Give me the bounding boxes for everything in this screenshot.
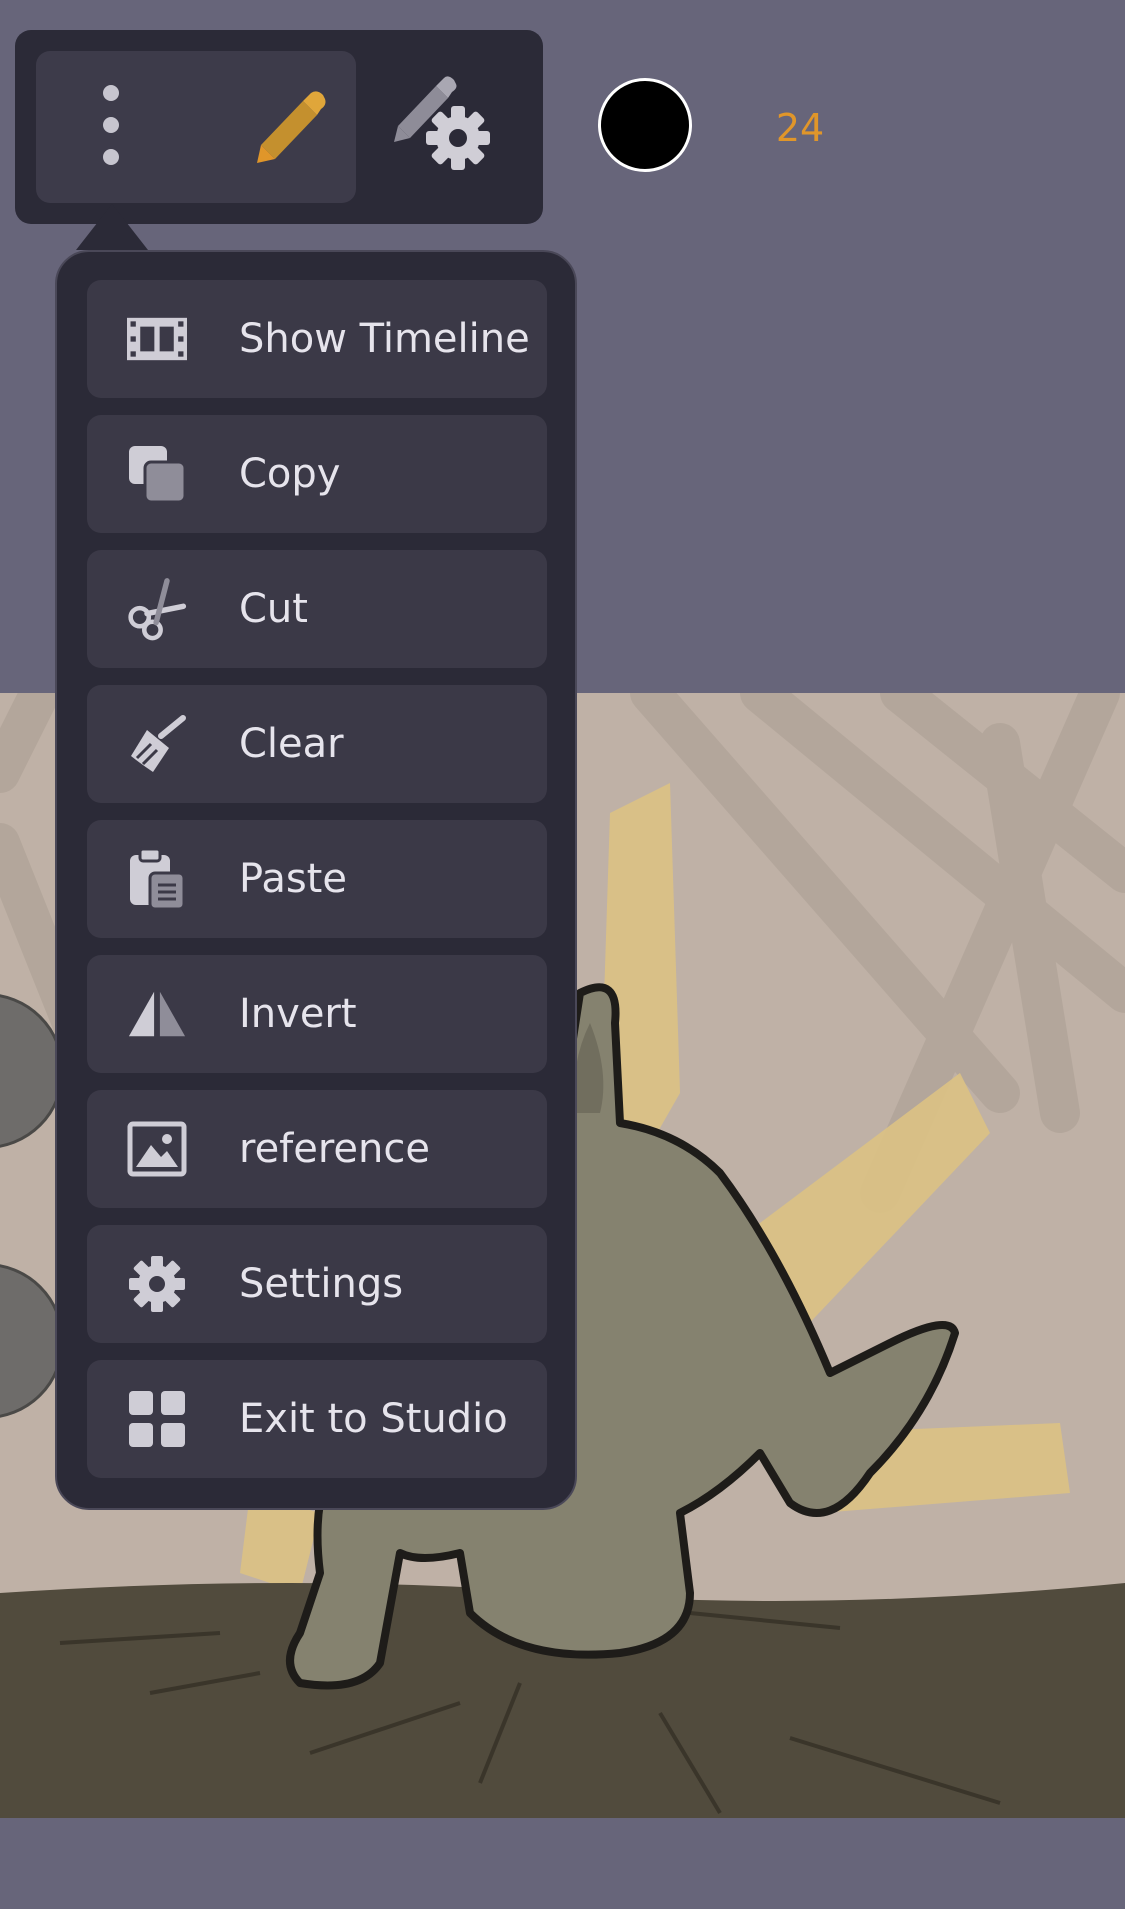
menu-item-label: reference (239, 1126, 430, 1172)
vertical-ellipsis-icon (101, 83, 121, 171)
color-swatch[interactable] (598, 78, 692, 172)
broom-icon (127, 714, 187, 774)
menu-item-label: Exit to Studio (239, 1396, 508, 1442)
menu-item-cut[interactable]: Cut (87, 550, 547, 668)
menu-item-paste[interactable]: Paste (87, 820, 547, 938)
film-strip-icon (127, 309, 187, 369)
menu-item-show-timeline[interactable]: Show Timeline (87, 280, 547, 398)
menu-item-label: Paste (239, 856, 347, 902)
menu-item-label: Show Timeline (239, 316, 530, 362)
clipboard-icon (127, 847, 187, 911)
grid-icon (127, 1389, 187, 1449)
menu-item-reference[interactable]: reference (87, 1090, 547, 1208)
pencil-icon (251, 83, 331, 171)
menu-item-label: Settings (239, 1261, 404, 1307)
tool-group (36, 51, 356, 203)
copy-icon (127, 444, 187, 504)
bottom-bar (0, 1818, 1125, 1909)
flip-icon (127, 984, 187, 1044)
more-menu-button[interactable] (36, 51, 186, 203)
menu-item-label: Copy (239, 451, 341, 497)
gear-icon (127, 1254, 187, 1314)
scissors-icon (127, 578, 187, 641)
menu-item-copy[interactable]: Copy (87, 415, 547, 533)
pencil-tool-button[interactable] (226, 51, 356, 203)
overflow-menu: Show Timeline Copy Cut Clear Paste Inver… (55, 250, 577, 1510)
menu-item-settings[interactable]: Settings (87, 1225, 547, 1343)
menu-item-exit-to-studio[interactable]: Exit to Studio (87, 1360, 547, 1478)
top-toolbar (15, 30, 543, 224)
brush-settings-button[interactable] (380, 60, 510, 190)
menu-item-clear[interactable]: Clear (87, 685, 547, 803)
menu-item-label: Cut (239, 586, 308, 632)
brush-size-value[interactable]: 24 (760, 100, 840, 156)
image-icon (127, 1119, 187, 1179)
menu-item-invert[interactable]: Invert (87, 955, 547, 1073)
menu-caret (76, 204, 148, 250)
pencil-gear-icon (390, 68, 500, 182)
menu-item-label: Clear (239, 721, 344, 767)
menu-item-label: Invert (239, 991, 357, 1037)
